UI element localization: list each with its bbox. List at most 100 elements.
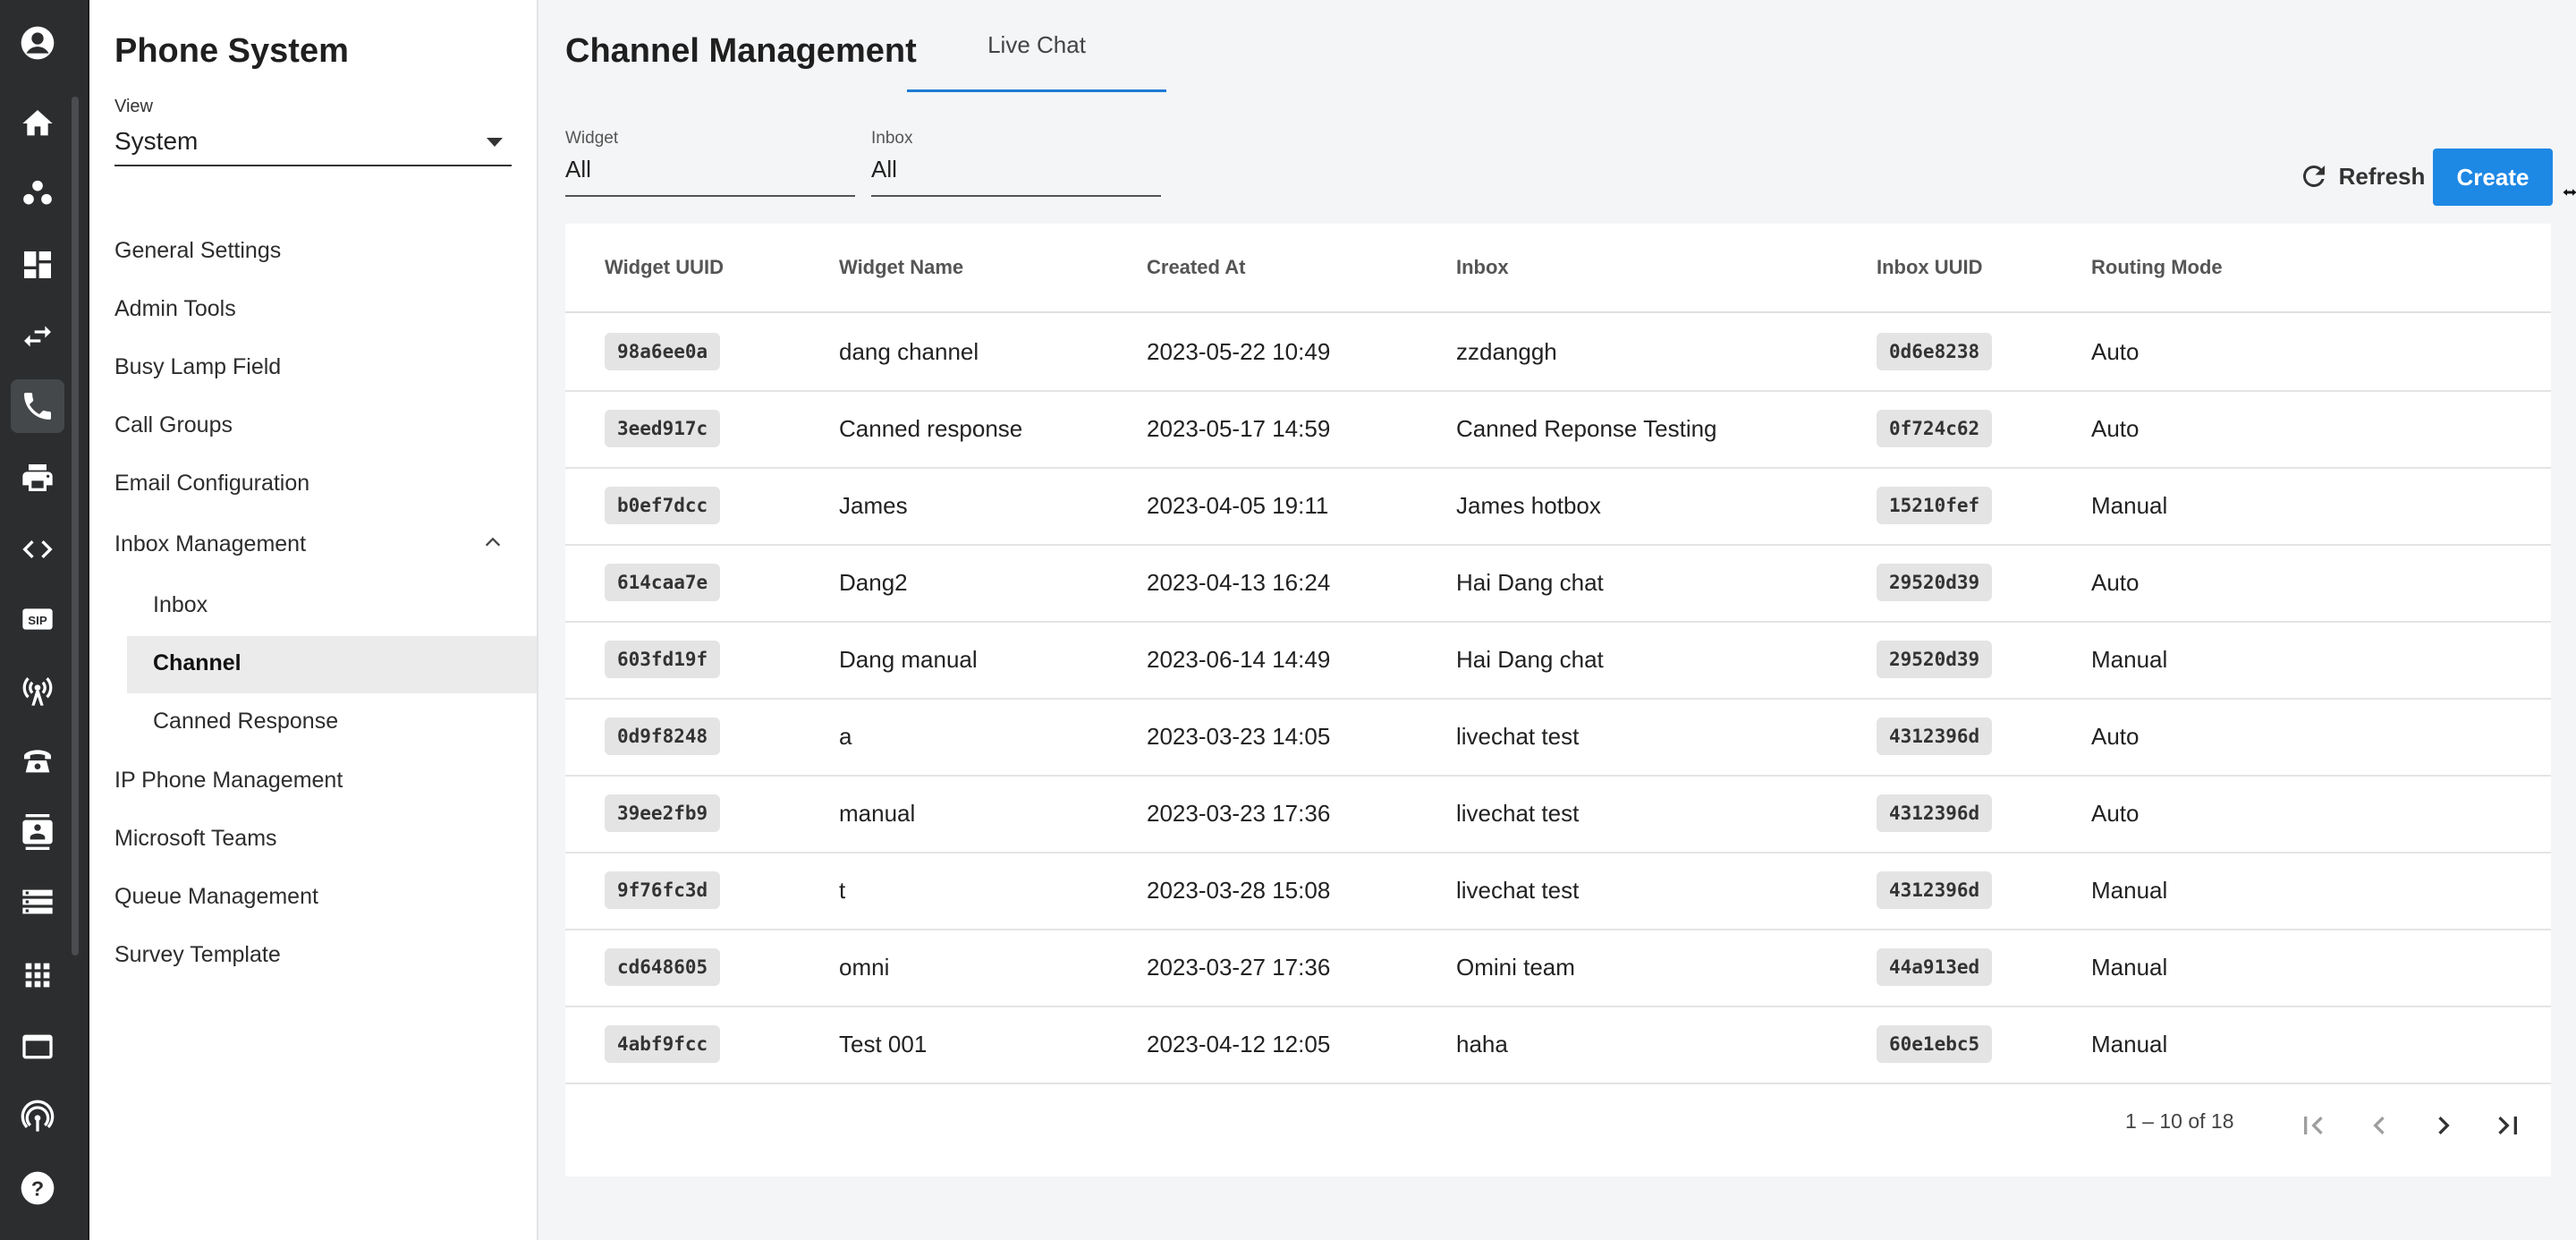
inbox-uuid-chip: 29520d39 xyxy=(1877,564,1993,601)
inbox-filter-value: All xyxy=(871,156,897,183)
nav-subitem-inbox[interactable]: Inbox xyxy=(153,592,208,618)
widget-uuid-chip: 3eed917c xyxy=(605,410,721,447)
widget-uuid-chip: cd648605 xyxy=(605,948,721,986)
created-at-cell: 2023-04-05 19:11 xyxy=(1147,492,1329,519)
table-row[interactable]: cd648605 omni 2023-03-27 17:36 Omini tea… xyxy=(565,929,2551,1007)
routing-mode-cell: Auto xyxy=(2091,415,2140,442)
icon-rail: SIP ? xyxy=(0,0,89,1240)
widget-uuid-chip: 614caa7e xyxy=(605,564,721,601)
table-row[interactable]: 4abf9fcc Test 001 2023-04-12 12:05 haha … xyxy=(565,1006,2551,1084)
help-icon[interactable]: ? xyxy=(11,1161,64,1215)
printer-icon[interactable] xyxy=(11,451,64,505)
nav-title: Phone System xyxy=(114,32,349,70)
table-row[interactable]: 614caa7e Dang2 2023-04-13 16:24 Hai Dang… xyxy=(565,544,2551,623)
created-at-cell: 2023-03-27 17:36 xyxy=(1147,954,1331,981)
last-page-icon[interactable] xyxy=(2490,1108,2526,1143)
table-row[interactable]: 3eed917c Canned response 2023-05-17 14:5… xyxy=(565,390,2551,469)
server-icon[interactable] xyxy=(11,875,64,929)
table-row[interactable]: 603fd19f Dang manual 2023-06-14 14:49 Ha… xyxy=(565,621,2551,700)
home-icon[interactable] xyxy=(11,97,64,150)
chevron-up-icon[interactable] xyxy=(483,532,503,552)
settings-nav: Phone System View System General Setting… xyxy=(89,0,538,1240)
column-header[interactable]: Inbox UUID xyxy=(1877,256,1983,279)
column-header[interactable]: Inbox xyxy=(1456,256,1509,279)
antenna-icon[interactable] xyxy=(11,1090,64,1143)
routing-mode-cell: Manual xyxy=(2091,954,2168,981)
sip-icon[interactable]: SIP xyxy=(11,592,64,646)
widget-uuid-chip: 603fd19f xyxy=(605,641,721,678)
nav-item-survey-template[interactable]: Survey Template xyxy=(114,942,281,968)
rail-scrollbar[interactable] xyxy=(72,97,79,955)
inbox-uuid-chip: 44a913ed xyxy=(1877,948,1993,986)
widget-uuid-chip: 4abf9fcc xyxy=(605,1025,721,1063)
inbox-cell: Omini team xyxy=(1456,954,1575,981)
nav-item-call-groups[interactable]: Call Groups xyxy=(114,412,233,438)
nav-item-inbox-management[interactable]: Inbox Management xyxy=(114,531,306,557)
inbox-filter-label: Inbox xyxy=(871,129,913,148)
channel-table: Widget UUID Widget Name Created At Inbox… xyxy=(565,224,2551,1176)
inbox-uuid-chip: 4312396d xyxy=(1877,718,1993,755)
widget-uuid-chip: b0ef7dcc xyxy=(605,487,721,524)
routing-mode-cell: Manual xyxy=(2091,1031,2168,1057)
table-row[interactable]: 98a6ee0a dang channel 2023-05-22 10:49 z… xyxy=(565,313,2551,392)
nav-subitem-canned-response[interactable]: Canned Response xyxy=(153,709,338,735)
create-button[interactable]: Create xyxy=(2433,149,2553,206)
widget-name-cell: Dang manual xyxy=(839,646,978,673)
table-row[interactable]: 39ee2fb9 manual 2023-03-23 17:36 livecha… xyxy=(565,775,2551,854)
first-page-icon[interactable] xyxy=(2295,1108,2331,1143)
created-at-cell: 2023-06-14 14:49 xyxy=(1147,646,1331,673)
window-icon[interactable] xyxy=(11,1020,64,1074)
transfer-icon[interactable] xyxy=(11,310,64,363)
column-header[interactable]: Widget UUID xyxy=(605,256,724,279)
table-row[interactable]: 9f76fc3d t 2023-03-28 15:08 livechat tes… xyxy=(565,852,2551,930)
inbox-cell: livechat test xyxy=(1456,723,1580,750)
table-row[interactable]: 0d9f8248 a 2023-03-23 14:05 livechat tes… xyxy=(565,698,2551,777)
column-header[interactable]: Created At xyxy=(1147,256,1245,279)
refresh-icon xyxy=(2302,165,2325,187)
inbox-uuid-chip: 4312396d xyxy=(1877,871,1993,909)
inbox-cell: zzdanggh xyxy=(1456,338,1557,365)
widget-filter[interactable]: Widget All xyxy=(565,129,855,197)
apps-icon[interactable] xyxy=(11,948,64,1002)
widget-name-cell: Test 001 xyxy=(839,1031,928,1057)
widget-name-cell: Dang2 xyxy=(839,569,908,596)
phone-icon[interactable] xyxy=(11,379,64,433)
broadcast-icon[interactable] xyxy=(11,664,64,718)
refresh-label: Refresh xyxy=(2338,162,2426,190)
nav-item-queue-management[interactable]: Queue Management xyxy=(114,884,318,910)
dashboard-icon[interactable] xyxy=(11,238,64,292)
column-header[interactable]: Widget Name xyxy=(839,256,963,279)
desk-phone-icon[interactable] xyxy=(11,734,64,787)
contact-icon[interactable] xyxy=(11,805,64,859)
account-icon[interactable] xyxy=(11,16,64,70)
created-at-cell: 2023-03-23 17:36 xyxy=(1147,800,1331,827)
tab-live-chat[interactable]: Live Chat xyxy=(907,0,1166,92)
next-page-icon[interactable] xyxy=(2426,1108,2462,1143)
widget-uuid-chip: 9f76fc3d xyxy=(605,871,721,909)
nav-item-ip-phone-management[interactable]: IP Phone Management xyxy=(114,768,343,794)
nav-item-busy-lamp-field[interactable]: Busy Lamp Field xyxy=(114,354,281,380)
group-icon[interactable] xyxy=(11,166,64,220)
inbox-cell: Hai Dang chat xyxy=(1456,646,1604,673)
table-row[interactable]: b0ef7dcc James 2023-04-05 19:11 James ho… xyxy=(565,467,2551,546)
refresh-button[interactable]: Refresh xyxy=(2272,150,2451,202)
nav-item-microsoft-teams[interactable]: Microsoft Teams xyxy=(114,826,277,852)
widget-name-cell: dang channel xyxy=(839,338,979,365)
nav-item-general-settings[interactable]: General Settings xyxy=(114,238,281,264)
inbox-filter[interactable]: Inbox All xyxy=(871,129,1161,197)
inbox-uuid-chip: 4312396d xyxy=(1877,794,1993,832)
nav-subitem-channel[interactable]: Channel xyxy=(153,650,242,676)
view-select[interactable]: System xyxy=(114,123,512,166)
inbox-uuid-chip: 29520d39 xyxy=(1877,641,1993,678)
inbox-uuid-chip: 0f724c62 xyxy=(1877,410,1993,447)
previous-page-icon[interactable] xyxy=(2361,1108,2397,1143)
svg-text:?: ? xyxy=(31,1176,44,1200)
routing-mode-cell: Auto xyxy=(2091,338,2140,365)
code-icon[interactable] xyxy=(11,522,64,576)
nav-item-email-configuration[interactable]: Email Configuration xyxy=(114,471,309,497)
nav-item-admin-tools[interactable]: Admin Tools xyxy=(114,296,236,322)
column-header[interactable]: Routing Mode xyxy=(2091,256,2223,279)
created-at-cell: 2023-03-23 14:05 xyxy=(1147,723,1331,750)
widget-uuid-chip: 39ee2fb9 xyxy=(605,794,721,832)
widget-uuid-chip: 98a6ee0a xyxy=(605,333,721,370)
